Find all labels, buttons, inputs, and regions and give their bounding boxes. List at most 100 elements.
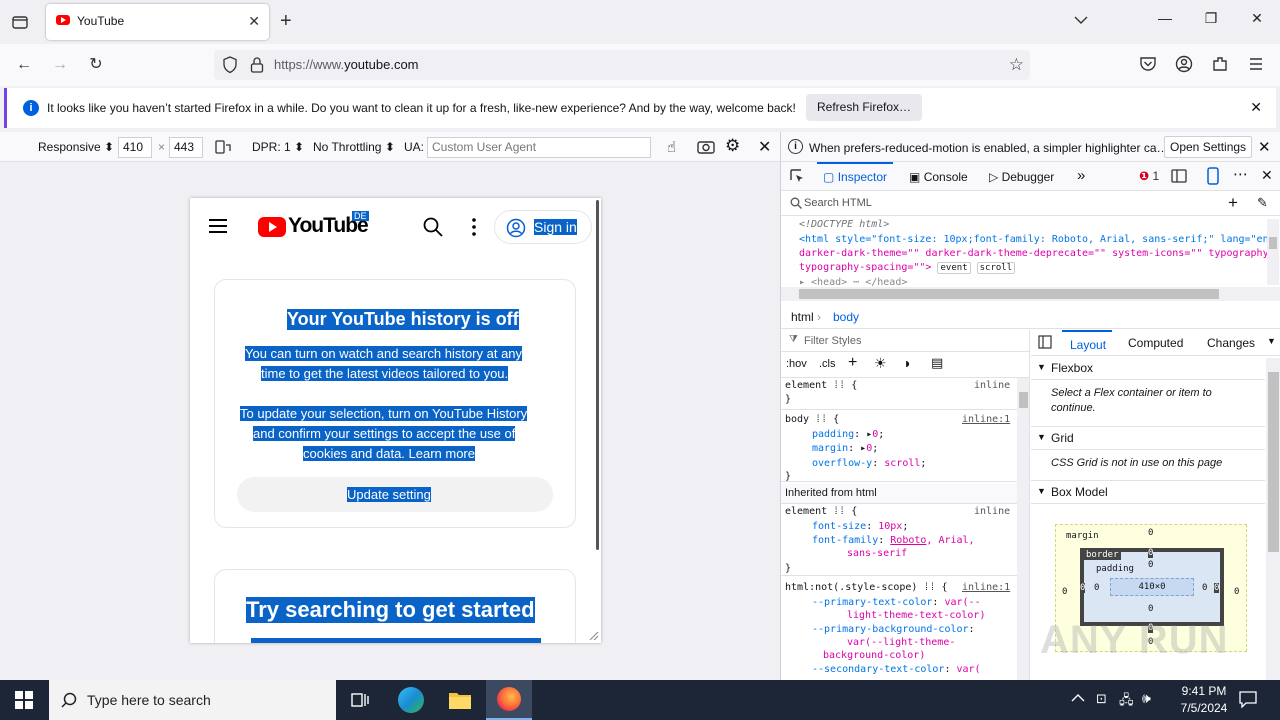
flexbox-header[interactable]: ▼ Flexbox bbox=[1031, 358, 1265, 380]
back-icon[interactable]: ← bbox=[13, 54, 35, 76]
search-html-input[interactable]: Search HTML bbox=[804, 197, 872, 209]
settings-gear-icon[interactable]: ⚙ bbox=[725, 136, 740, 156]
markup-html-line[interactable]: <html style="font-size: 10px;font-family… bbox=[799, 234, 1275, 245]
task-view-icon[interactable] bbox=[351, 691, 369, 709]
rule-body-margin[interactable]: margin: ▸0; bbox=[812, 443, 878, 454]
markup-head-line[interactable]: ▸ <head> ⋯ </head> bbox=[799, 277, 907, 287]
notice-close-icon[interactable]: ✕ bbox=[1258, 138, 1271, 156]
user-agent-input[interactable]: Custom User Agent bbox=[427, 137, 651, 158]
screenshot-icon[interactable] bbox=[697, 139, 715, 155]
filter-styles-input[interactable]: Filter Styles bbox=[804, 335, 861, 347]
markup-vertical-scrollbar[interactable] bbox=[1267, 219, 1279, 285]
tab-debugger[interactable]: ▷ Debugger bbox=[989, 170, 1054, 184]
split-console-icon[interactable] bbox=[1171, 169, 1187, 183]
tab-console[interactable]: ▣ Console bbox=[909, 170, 968, 184]
rule-var3[interactable]: --secondary-text-color: var( bbox=[812, 664, 981, 675]
search-icon[interactable] bbox=[423, 217, 443, 237]
dark-theme-icon[interactable]: ◑ bbox=[902, 355, 910, 371]
scroll-badge[interactable]: scroll bbox=[976, 262, 1016, 274]
layout-scrollbar[interactable] bbox=[1266, 358, 1280, 680]
rule-font-size[interactable]: font-size: 10px; bbox=[812, 521, 908, 532]
viewport-height-input[interactable]: 443 bbox=[169, 137, 203, 158]
tray-device-icon[interactable]: ⊡ bbox=[1096, 691, 1107, 707]
cls-button[interactable]: .cls bbox=[819, 358, 836, 370]
light-theme-icon[interactable]: ☀ bbox=[874, 355, 887, 372]
tab-close-icon[interactable]: ✕ bbox=[248, 13, 260, 30]
more-tools-icon[interactable]: » bbox=[1077, 167, 1085, 184]
hov-button[interactable]: :hov bbox=[786, 358, 807, 370]
lock-icon[interactable] bbox=[250, 56, 264, 74]
reload-icon[interactable]: ↻ bbox=[85, 54, 107, 76]
shield-icon[interactable] bbox=[222, 56, 238, 74]
markup-line3[interactable]: typography-spacing=""> event scroll bbox=[799, 262, 1016, 274]
youtube-logo-icon[interactable] bbox=[258, 217, 286, 237]
rule-var1[interactable]: --primary-text-color: var(-- bbox=[812, 597, 981, 608]
file-explorer-icon[interactable] bbox=[448, 690, 472, 710]
breadcrumb-html[interactable]: html bbox=[791, 310, 814, 324]
pocket-icon[interactable] bbox=[1139, 55, 1157, 73]
tab-layout[interactable]: Layout bbox=[1062, 330, 1113, 356]
window-close-button[interactable]: ✕ bbox=[1234, 10, 1280, 34]
print-media-icon[interactable]: ▤ bbox=[931, 355, 943, 371]
bm-content-box[interactable]: 410×0 bbox=[1110, 578, 1194, 596]
add-rule-icon[interactable]: + bbox=[848, 354, 857, 372]
network-icon[interactable]: 🖧 bbox=[1119, 691, 1134, 713]
grid-header[interactable]: ▼ Grid bbox=[1031, 426, 1265, 450]
markup-hscroll-thumb[interactable] bbox=[799, 289, 1219, 299]
more-options-icon[interactable] bbox=[472, 218, 476, 236]
layout-scrollbar-thumb[interactable] bbox=[1268, 372, 1279, 552]
extensions-icon[interactable] bbox=[1211, 55, 1229, 73]
list-all-tabs-icon[interactable] bbox=[1073, 12, 1089, 28]
event-badge[interactable]: event bbox=[937, 262, 971, 274]
eyedropper-icon[interactable]: ✎ bbox=[1257, 195, 1268, 211]
bm-border-box[interactable]: border 0 0 0 padding 0 0 0 0 410×0 bbox=[1080, 548, 1224, 626]
toggle-sidebar-icon[interactable] bbox=[1038, 335, 1052, 349]
filter-styles[interactable]: ⧩ Filter Styles bbox=[781, 330, 1029, 352]
notifications-icon[interactable] bbox=[1239, 690, 1257, 708]
markup-horizontal-scrollbar[interactable] bbox=[781, 287, 1280, 301]
update-setting-button[interactable]: Update setting bbox=[237, 477, 553, 512]
url-bar[interactable]: https://www.youtube.com ☆ bbox=[214, 50, 1030, 80]
rule-inherited-selector[interactable]: element ⁞⁞ { bbox=[785, 506, 857, 518]
rule-html-source[interactable]: inline:1 bbox=[962, 582, 1010, 593]
add-node-icon[interactable]: + bbox=[1228, 193, 1238, 213]
windows-start-icon[interactable] bbox=[15, 691, 33, 709]
rotate-icon[interactable] bbox=[214, 139, 232, 155]
devtools-menu-icon[interactable]: ⋯ bbox=[1233, 165, 1248, 183]
rule-element-selector[interactable]: element ⁞⁞ { bbox=[785, 380, 857, 392]
error-count-badge[interactable]: ❶ 1 bbox=[1139, 169, 1159, 183]
throttling-selector[interactable]: No Throttling ⬍ bbox=[313, 140, 395, 154]
menu-icon[interactable] bbox=[1248, 57, 1264, 71]
device-selector[interactable]: Responsive ⬍ bbox=[38, 140, 114, 154]
tab-computed[interactable]: Computed bbox=[1128, 336, 1183, 350]
element-picker-icon[interactable] bbox=[789, 168, 805, 184]
devtools-close-icon[interactable]: ✕ bbox=[1261, 167, 1273, 184]
more-tabs-icon[interactable]: ▼ bbox=[1267, 336, 1276, 346]
responsive-mode-icon[interactable] bbox=[1205, 167, 1221, 185]
dpr-selector[interactable]: DPR: 1 ⬍ bbox=[252, 140, 304, 154]
touch-simulation-icon[interactable]: ☝ bbox=[667, 138, 676, 156]
clock[interactable]: 9:41 PM 7/5/2024 bbox=[1170, 683, 1238, 717]
edge-icon[interactable] bbox=[398, 687, 424, 713]
tab-changes[interactable]: Changes bbox=[1207, 336, 1255, 350]
update-text-line3[interactable]: cookies and data. Learn more bbox=[303, 446, 475, 461]
markup-doctype[interactable]: <!DOCTYPE html> bbox=[799, 219, 889, 230]
viewport-width-input[interactable]: 410 bbox=[118, 137, 152, 158]
tab-inspector[interactable]: ▢ Inspector bbox=[817, 162, 894, 191]
bookmark-star-icon[interactable]: ☆ bbox=[1009, 55, 1024, 75]
markup-scrollbar-thumb[interactable] bbox=[1269, 237, 1277, 249]
minimize-button[interactable]: — bbox=[1142, 10, 1188, 34]
breadcrumb-body[interactable]: body bbox=[833, 310, 859, 324]
volume-icon[interactable]: 🕪 bbox=[1142, 690, 1151, 707]
firefox-taskbar-button[interactable] bbox=[486, 680, 532, 720]
rule-font-family[interactable]: font-family: Roboto, Arial, bbox=[812, 535, 975, 546]
url-text[interactable]: https://www.youtube.com bbox=[274, 57, 419, 72]
hamburger-menu-icon[interactable] bbox=[208, 218, 228, 234]
rule-html-selector[interactable]: html:not(.style-scope) ⁞⁞ { bbox=[785, 582, 948, 594]
tab-youtube[interactable]: YouTube ✕ bbox=[46, 4, 269, 40]
rule-var2[interactable]: --primary-background-color: bbox=[812, 624, 975, 635]
box-model-header[interactable]: ▼ Box Model bbox=[1031, 480, 1265, 504]
resize-handle-icon[interactable] bbox=[589, 631, 599, 641]
tab-list-icon[interactable] bbox=[10, 12, 30, 32]
rules-scrollbar-thumb[interactable] bbox=[1019, 392, 1028, 408]
